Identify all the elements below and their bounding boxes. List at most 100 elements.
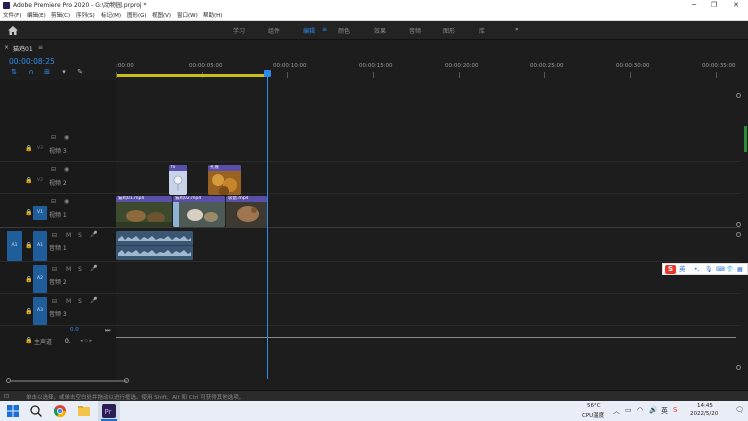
notification-icon[interactable]: 🗨 <box>735 406 744 414</box>
workspace-tab-color[interactable]: 颜色 <box>338 26 350 35</box>
audio-clip[interactable] <box>116 231 193 260</box>
playhead-handle[interactable] <box>264 70 271 77</box>
clock-time[interactable]: 14:45 <box>697 403 713 409</box>
eye-icon[interactable]: ◉ <box>64 198 69 205</box>
menu-clip[interactable]: 剪辑(C) <box>51 12 70 20</box>
microphone-icon[interactable]: 🎤 <box>90 231 97 238</box>
minimize-button[interactable]: ─ <box>684 0 704 11</box>
zoom-handle[interactable] <box>736 93 741 98</box>
track-target-v3[interactable]: V3 <box>33 142 47 156</box>
premiere-pro-icon[interactable]: Pr <box>102 404 116 418</box>
workspace-tab-effects[interactable]: 效果 <box>374 26 386 35</box>
workspace-tab-editing[interactable]: 编辑 <box>303 26 315 35</box>
lock-icon[interactable]: 🔒 <box>25 308 32 315</box>
master-track-value[interactable]: 0. <box>65 338 71 345</box>
windows-start-icon[interactable] <box>6 404 20 418</box>
toggle-sync-lock-icon[interactable]: ⊟ <box>52 298 57 305</box>
scroll-thumb[interactable] <box>11 380 127 382</box>
work-area-bar[interactable] <box>117 74 268 77</box>
video-clip[interactable]: 猫鸡02.mp4 <box>173 196 225 227</box>
track-target-a1[interactable]: A1 <box>33 231 47 261</box>
toggle-sync-lock-icon[interactable]: ⊟ <box>52 232 57 239</box>
workspace-tab-graphics[interactable]: 图形 <box>443 26 455 35</box>
video-clip[interactable]: 袋鼠.mp4 <box>226 196 267 227</box>
menu-edit[interactable]: 编辑(E) <box>27 12 46 20</box>
cpu-temperature-label[interactable]: CPU温度 <box>582 411 604 419</box>
eye-icon[interactable]: ◉ <box>64 166 69 173</box>
punctuation-icon[interactable]: •, <box>694 266 699 273</box>
workspace-tab-libraries[interactable]: 库 <box>479 26 485 35</box>
microphone-icon[interactable]: 🎙 <box>705 266 713 273</box>
mute-button[interactable]: M <box>66 232 71 239</box>
network-icon[interactable]: ▭ <box>625 406 632 414</box>
workspace-more-button[interactable]: » <box>515 26 519 33</box>
solo-button[interactable]: S <box>78 232 82 239</box>
source-patch-a1[interactable]: A1 <box>7 231 22 261</box>
search-icon[interactable] <box>29 404 43 418</box>
home-icon[interactable] <box>8 26 18 35</box>
toggle-sync-lock-icon[interactable]: ⊟ <box>51 134 56 141</box>
lock-icon[interactable]: 🔒 <box>25 145 32 152</box>
playhead-timecode[interactable]: 00:00:08:25 <box>9 57 55 66</box>
lock-icon[interactable]: 🔒 <box>25 337 32 344</box>
menu-window[interactable]: 窗口(W) <box>177 12 198 20</box>
timeline-settings-icon[interactable]: ✎ <box>76 68 84 76</box>
microphone-icon[interactable]: 🎤 <box>90 265 97 272</box>
lock-icon[interactable]: 🔒 <box>25 209 32 216</box>
workspace-menu-icon[interactable]: ≡ <box>322 26 327 33</box>
mute-button[interactable]: M <box>66 266 71 273</box>
menu-view[interactable]: 视图(V) <box>152 12 171 20</box>
track-target-a2[interactable]: A2 <box>33 265 47 293</box>
panel-menu-icon[interactable]: ≡ <box>38 44 43 51</box>
video-clip[interactable]: 猫鸡01.mp4 <box>116 196 172 227</box>
keyboard-icon[interactable]: ⌨ <box>716 266 725 273</box>
skin-icon[interactable]: 👕 <box>726 266 733 273</box>
snap-magnet-icon[interactable]: ∩ <box>27 68 35 76</box>
workspace-tab-audio[interactable]: 音频 <box>409 26 421 35</box>
toggle-sync-lock-icon[interactable]: ⊟ <box>51 198 56 205</box>
add-marker-icon[interactable]: ▾ <box>60 68 68 76</box>
workspace-tab-assembly[interactable]: 组件 <box>268 26 280 35</box>
tray-expand-icon[interactable]: ︿ <box>613 406 620 416</box>
clock-date[interactable]: 2022/5/20 <box>690 411 718 417</box>
menu-graphics[interactable]: 图形(G) <box>127 12 147 20</box>
wifi-icon[interactable]: ◠ <box>637 406 643 414</box>
sogou-tray-icon[interactable]: S <box>673 406 677 414</box>
menu-markers[interactable]: 标记(M) <box>101 12 121 20</box>
cpu-temperature[interactable]: 56°C <box>587 403 601 409</box>
scroll-handle[interactable] <box>736 365 741 370</box>
playhead-line[interactable] <box>267 77 268 379</box>
eye-icon[interactable]: ◉ <box>64 134 69 141</box>
toolbox-icon[interactable]: ▦ <box>737 266 743 273</box>
solo-button[interactable]: S <box>78 298 82 305</box>
video-clip[interactable]: 孔雀 <box>208 165 241 195</box>
insert-nest-icon[interactable]: ⇅ <box>10 68 18 76</box>
toggle-sync-lock-icon[interactable]: ⊟ <box>51 166 56 173</box>
track-target-v1[interactable]: V1 <box>33 206 47 220</box>
keyframe-nav-icon[interactable]: ◂ ◇ ▸ <box>80 338 92 344</box>
menu-sequence[interactable]: 序列(S) <box>76 12 95 20</box>
video-clip[interactable]: fx <box>169 165 187 195</box>
master-volume-value[interactable]: 0.0 <box>70 327 79 333</box>
panel-close-icon[interactable]: × <box>4 44 9 51</box>
maximize-button[interactable]: ❐ <box>704 0 724 11</box>
ime-language[interactable]: 英 <box>679 265 686 274</box>
sequence-tab-label[interactable]: 猫鸡01 <box>13 44 33 53</box>
sogou-logo[interactable]: S <box>665 265 676 274</box>
linked-selection-icon[interactable]: ⊞ <box>43 68 51 76</box>
horizontal-scrollbar[interactable] <box>6 377 740 385</box>
file-explorer-icon[interactable] <box>77 404 91 418</box>
toggle-sync-lock-icon[interactable]: ⊟ <box>52 266 57 273</box>
close-button[interactable]: ✕ <box>726 0 746 11</box>
lock-icon[interactable]: 🔒 <box>25 242 32 249</box>
scroll-handle[interactable] <box>736 232 741 237</box>
ime-tray-icon[interactable]: 英 <box>661 406 668 416</box>
solo-button[interactable]: S <box>78 266 82 273</box>
ime-toolbar[interactable]: S 英 •, 🎙 ⌨ 👕 ▦ <box>662 263 748 275</box>
chrome-icon[interactable] <box>53 404 67 418</box>
track-target-v2[interactable]: V2 <box>33 174 47 188</box>
microphone-icon[interactable]: 🎤 <box>90 297 97 304</box>
menu-help[interactable]: 帮助(H) <box>203 12 222 20</box>
go-to-end-icon[interactable]: ⏭ <box>105 327 110 335</box>
menu-file[interactable]: 文件(F) <box>3 12 21 20</box>
